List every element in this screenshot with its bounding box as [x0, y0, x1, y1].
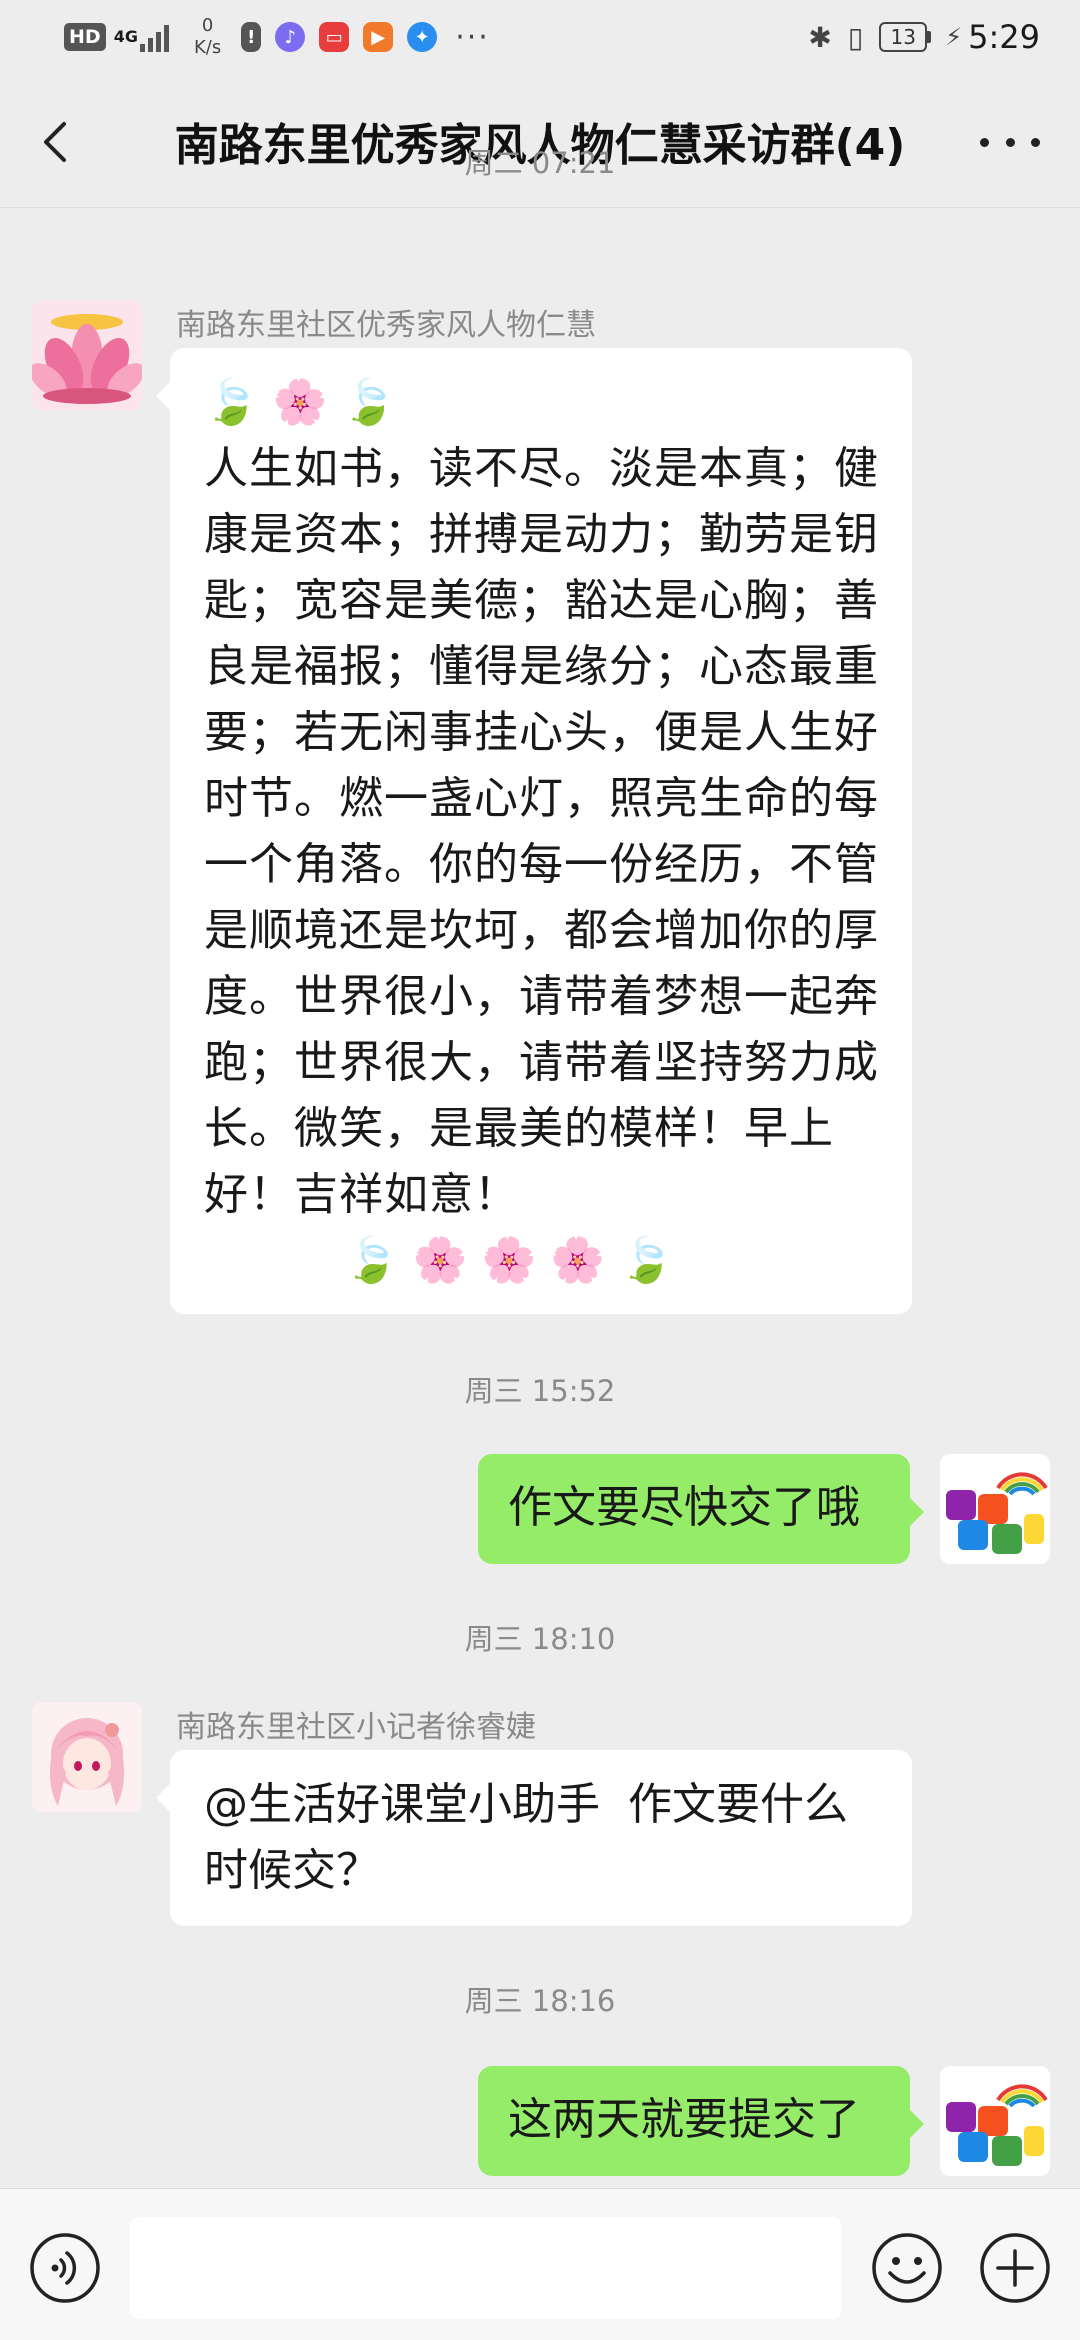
sender-name: 南路东里社区优秀家风人物仁慧: [176, 308, 596, 343]
charging-icon: ⚡: [945, 23, 963, 51]
plus-icon[interactable]: [978, 2231, 1052, 2305]
signal-icon: [139, 22, 172, 52]
message-timestamp: 周三 18:16: [464, 1984, 616, 2018]
message-timestamp: 周三 15:52: [464, 1374, 616, 1408]
hd-indicator: HD: [64, 23, 106, 51]
emoji-decoration-bottom: 🍃 🌸 🌸 🌸 🍃: [344, 1235, 674, 1286]
avatar[interactable]: [32, 1702, 142, 1812]
message-bubble[interactable]: 作文要尽快交了哦: [478, 1454, 924, 1564]
message-bubble[interactable]: 这两天就要提交了: [478, 2066, 924, 2176]
message-text: @生活好课堂小助手 作文要什么时候交？: [204, 1779, 848, 1896]
battery-icon: 13: [879, 22, 932, 52]
network-type: 4G: [113, 27, 138, 46]
network-speed-value: 0: [201, 15, 214, 36]
message-bubble[interactable]: @生活好课堂小助手 作文要什么时候交？: [156, 1750, 912, 1926]
status-left: HD 4G 0 K/s ! ♪ ▭ ▶ ✦ ···: [64, 15, 490, 59]
status-bar: HD 4G 0 K/s ! ♪ ▭ ▶ ✦ ··· ✱ ▯ 13 ⚡ 5:29: [0, 0, 1080, 74]
network-speed-unit: K/s: [193, 37, 222, 58]
browser-app-icon: ✦: [407, 22, 438, 52]
message-text: 人生如书，读不尽。淡是本真；健康是资本；拼搏是动力；勤劳是钥匙；宽容是美德；豁达…: [204, 443, 879, 1220]
vibrate-icon: ▯: [847, 20, 864, 54]
message-text: 作文要尽快交了哦: [508, 1482, 860, 1533]
more-notifications-icon: ···: [455, 19, 490, 55]
bluetooth-icon: ✱: [808, 20, 832, 54]
notification-alert-icon: !: [241, 22, 262, 52]
video-app-icon: ▶: [363, 22, 394, 52]
message-bubble[interactable]: 🍃 🌸 🍃 人生如书，读不尽。淡是本真；健康是资本；拼搏是动力；勤劳是钥匙；宽容…: [156, 348, 912, 1314]
book-app-icon: ▭: [319, 22, 350, 52]
message-text: 这两天就要提交了: [508, 2094, 860, 2145]
battery-level: 13: [879, 22, 928, 52]
input-bar: [0, 2188, 1080, 2340]
clock: 5:29: [968, 18, 1040, 56]
message-input[interactable]: [130, 2217, 842, 2319]
sender-name: 南路东里社区小记者徐睿婕: [176, 1710, 536, 1745]
status-right: ✱ ▯ 13 ⚡ 5:29: [808, 18, 1040, 56]
network-speed: 0 K/s: [194, 15, 221, 59]
message-timestamp: 周三 18:10: [464, 1622, 616, 1656]
voice-icon[interactable]: [28, 2231, 102, 2305]
emoji-icon[interactable]: [870, 2231, 944, 2305]
avatar[interactable]: [32, 300, 142, 410]
music-app-icon: ♪: [275, 22, 306, 52]
self-avatar[interactable]: [940, 2066, 1050, 2176]
self-avatar[interactable]: [940, 1454, 1050, 1564]
message-timestamp: 周二 07:21: [464, 146, 616, 180]
emoji-decoration-top: 🍃 🌸 🍃: [204, 377, 397, 428]
